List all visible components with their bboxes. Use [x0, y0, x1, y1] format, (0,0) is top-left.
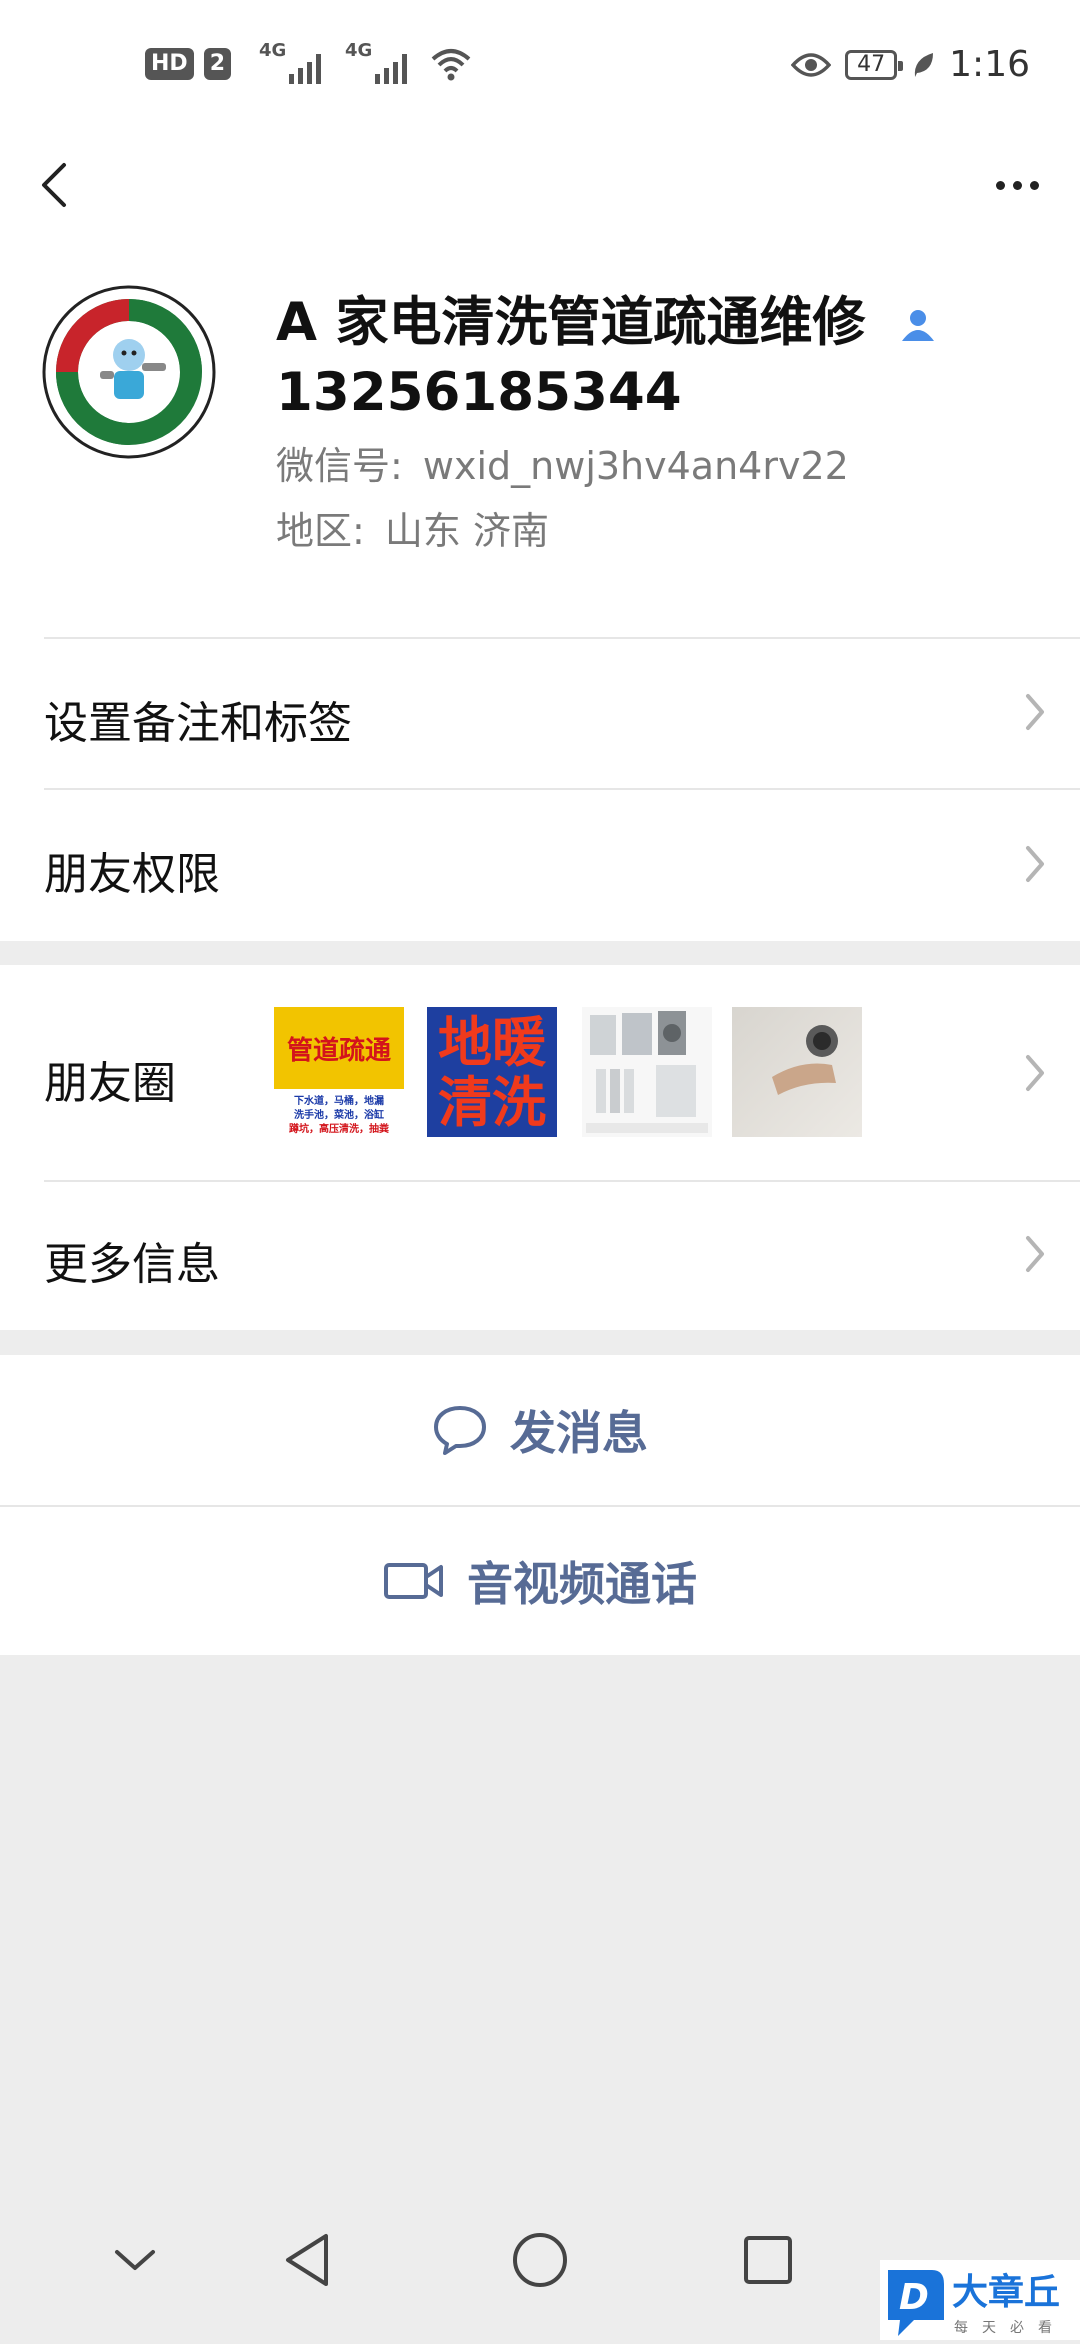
chevron-down-icon: [115, 2250, 155, 2270]
more-info-row[interactable]: 更多信息: [0, 1182, 1080, 1330]
signal-icon: 4G: [259, 40, 321, 84]
video-camera-icon: [384, 1563, 443, 1599]
watermark-letter: D: [899, 2277, 929, 2318]
nav-recents-button[interactable]: [728, 2220, 808, 2300]
network-type-2: 4G: [345, 40, 373, 61]
clock: 1:16: [949, 44, 1030, 85]
moments-thumb-1-line3: 蹲坑，高压清洗，抽粪: [289, 1122, 389, 1135]
moments-thumb-1[interactable]: 管道疏通 下水道，马桶，地漏 洗手池，菜池，浴缸 蹲坑，高压清洗，抽粪: [274, 1007, 404, 1137]
system-nav-bar: D 大章丘 每天必看: [0, 2180, 1080, 2340]
video-call-label: 音视频通话: [467, 1557, 697, 1611]
watermark-brand: 大章丘: [952, 2271, 1060, 2313]
permissions-label: 朋友权限: [44, 849, 220, 900]
signal-icon-2: 4G: [345, 40, 407, 84]
permissions-row[interactable]: 朋友权限: [0, 790, 1080, 940]
more-info-label: 更多信息: [44, 1239, 220, 1290]
dot-icon: [1012, 180, 1022, 190]
moments-thumb-3[interactable]: [582, 1007, 712, 1137]
send-message-label: 发消息: [510, 1406, 648, 1460]
avatar[interactable]: [42, 285, 216, 459]
contact-phone: 13256185344: [276, 362, 682, 423]
back-button[interactable]: [28, 145, 88, 225]
watermark-logo: D 大章丘 每天必看: [880, 2260, 1080, 2340]
eye-icon: [791, 52, 832, 77]
moments-thumb-4[interactable]: [732, 1007, 862, 1137]
chevron-right-icon: [1026, 1236, 1044, 1272]
send-message-button[interactable]: 发消息: [0, 1355, 1080, 1505]
settings-section: 设置备注和标签 朋友权限: [0, 637, 1080, 941]
chevron-right-icon: [1026, 694, 1044, 730]
top-nav: [0, 135, 1080, 235]
moments-thumb-1-line1: 下水道，马桶，地漏: [294, 1094, 384, 1107]
region-value: 山东 济南: [384, 509, 549, 553]
wifi-icon: [431, 49, 471, 81]
wechat-id-value: wxid_nwj3hv4an4rv22: [422, 444, 849, 488]
status-bar: HD 2 4G 4G 47 1:16: [0, 0, 1080, 135]
profile-card: A 家电清洗管道疏通维修 13256185344 微信号: wxid_nwj3h…: [0, 235, 1080, 637]
chevron-left-icon: [42, 163, 66, 207]
wechat-id-line: 微信号: wxid_nwj3hv4an4rv22: [276, 440, 849, 492]
watermark-image: D 大章丘 每天必看: [888, 2270, 1066, 2336]
square-recents-icon: [744, 2236, 792, 2284]
hd-badge: HD: [145, 48, 194, 80]
moments-thumb-3-image: [582, 1007, 712, 1137]
moments-label: 朋友圈: [44, 1058, 176, 1109]
more-options-button[interactable]: [982, 155, 1052, 215]
actions-section: 发消息 音视频通话: [0, 1355, 1080, 1655]
nav-hide-button[interactable]: [95, 2220, 175, 2300]
chevron-right-icon: [1026, 1055, 1044, 1091]
triangle-back-icon: [286, 2234, 328, 2286]
contact-name: A 家电清洗管道疏通维修: [276, 287, 938, 359]
remarks-row[interactable]: 设置备注和标签: [0, 637, 1080, 787]
moments-section: 朋友圈 管道疏通 下水道，马桶，地漏 洗手池，菜池，浴缸 蹲坑，高压清洗，抽粪 …: [0, 965, 1080, 1330]
moments-thumb-1-image: 管道疏通 下水道，马桶，地漏 洗手池，菜池，浴缸 蹲坑，高压清洗，抽粪: [274, 1007, 404, 1137]
status-left: HD 2 4G 4G: [145, 40, 471, 84]
region-line: 地区: 山东 济南: [276, 505, 549, 557]
nav-back-button[interactable]: [268, 2220, 348, 2300]
moments-thumb-2[interactable]: 地暖清洗: [427, 1007, 557, 1137]
sim-badge: 2: [203, 48, 231, 80]
watermark-slogan: 每天必看: [954, 2320, 1066, 2336]
circle-home-icon: [513, 2233, 567, 2287]
network-type: 4G: [259, 40, 287, 61]
chat-bubble-icon: [434, 1406, 486, 1455]
moments-thumb-4-image: [732, 1007, 862, 1137]
contact-name-text: A 家电清洗管道疏通维修: [276, 292, 866, 353]
battery-icon: 47: [845, 49, 904, 80]
wechat-id-label: 微信号:: [276, 444, 403, 488]
video-call-button[interactable]: 音视频通话: [0, 1507, 1080, 1655]
region-label: 地区:: [276, 509, 365, 553]
dot-icon: [995, 180, 1005, 190]
status-right: 47 1:16: [791, 44, 1030, 85]
contact-person-icon: [901, 310, 934, 342]
moments-thumb-1-line2: 洗手池，菜池，浴缸: [294, 1108, 384, 1121]
moments-thumb-1-title: 管道疏通: [287, 1035, 391, 1066]
moments-row[interactable]: 朋友圈 管道疏通 下水道，马桶，地漏 洗手池，菜池，浴缸 蹲坑，高压清洗，抽粪 …: [0, 965, 1080, 1180]
moments-thumb-2-text: 地暖清洗: [438, 1011, 546, 1134]
leaf-icon: [914, 52, 934, 77]
chevron-right-icon: [1026, 846, 1044, 882]
nav-home-button[interactable]: [500, 2220, 580, 2300]
remarks-label: 设置备注和标签: [44, 698, 352, 749]
dot-icon: [1029, 180, 1039, 190]
